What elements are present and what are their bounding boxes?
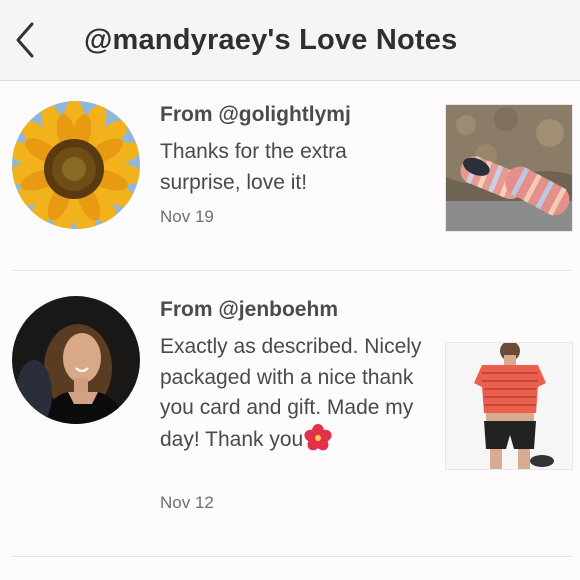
- sender-name[interactable]: From @jenboehm: [160, 298, 338, 322]
- note-date: Nov 12: [160, 493, 214, 512]
- page-title: @mandyraey's Love Notes: [84, 24, 458, 56]
- sunflower-avatar[interactable]: [12, 101, 140, 229]
- sender-name[interactable]: From @golightlymj: [160, 103, 351, 127]
- listing-thumbnail[interactable]: [445, 104, 573, 232]
- woman-portrait-avatar[interactable]: [12, 296, 140, 424]
- love-note: From @jenboehm Exactly as described. Nic…: [0, 271, 580, 556]
- note-message: Exactly as described. Nicely packaged wi…: [160, 332, 430, 455]
- header-bar: @mandyraey's Love Notes: [0, 0, 580, 81]
- striped-shoes-image: [446, 105, 572, 231]
- sunflower-image: [12, 101, 140, 229]
- divider: [12, 556, 572, 557]
- love-note: From @golightlymj Thanks for the extra s…: [0, 90, 580, 270]
- hibiscus-icon: [304, 423, 332, 450]
- note-message-text: Exactly as described. Nicely packaged wi…: [160, 335, 422, 451]
- note-date: Nov 19: [160, 207, 214, 226]
- listing-thumbnail[interactable]: [445, 342, 573, 470]
- chevron-left-icon: [16, 22, 34, 58]
- back-button[interactable]: [8, 18, 48, 62]
- striped-top-image: [446, 343, 572, 469]
- portrait-image: [12, 296, 140, 424]
- note-message: Thanks for the extra surprise, love it!: [160, 140, 347, 194]
